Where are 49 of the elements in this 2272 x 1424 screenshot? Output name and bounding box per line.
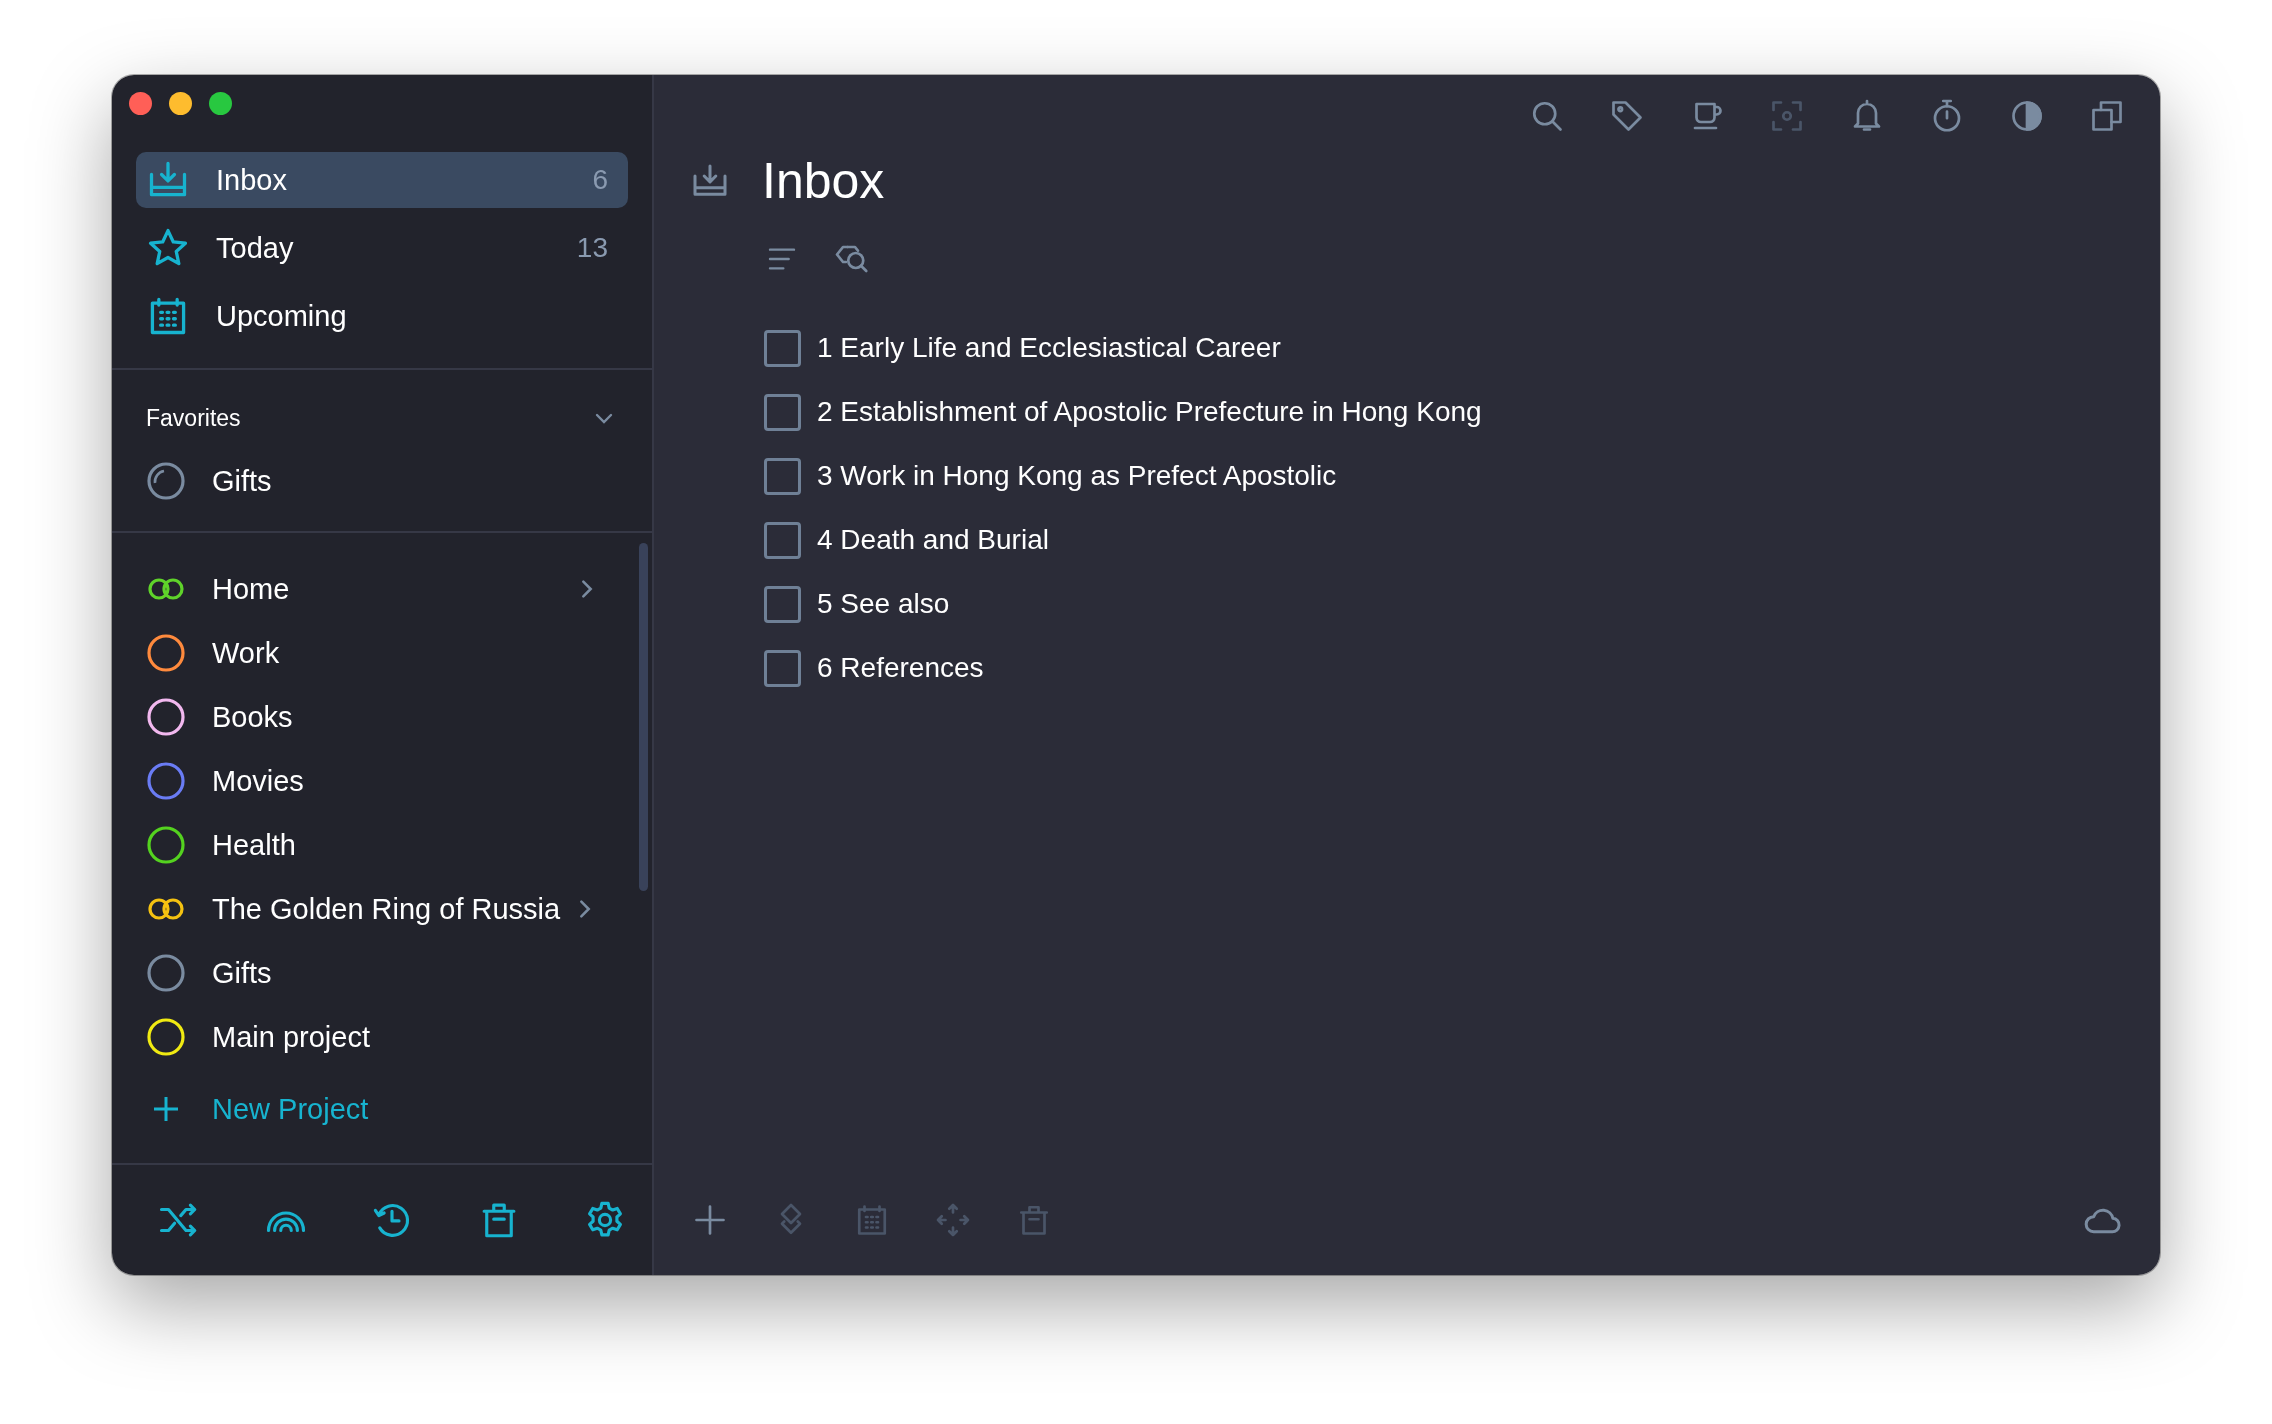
new-project-button[interactable]: New Project bbox=[146, 1077, 652, 1141]
project-item[interactable]: Health bbox=[146, 813, 652, 877]
project-item[interactable]: The Golden Ring of Russia bbox=[146, 877, 652, 941]
project-item[interactable]: Movies bbox=[146, 749, 652, 813]
task-checkbox[interactable] bbox=[764, 649, 801, 687]
plus-icon[interactable] bbox=[692, 1202, 728, 1238]
project-item[interactable]: Home bbox=[146, 557, 652, 621]
contrast-icon[interactable] bbox=[2009, 98, 2045, 134]
project-item[interactable]: Work bbox=[146, 621, 652, 685]
project-label: Health bbox=[212, 828, 296, 862]
project-label: Gifts bbox=[212, 464, 272, 498]
sidebar-label: Today bbox=[216, 231, 294, 265]
task-title: 5 See also bbox=[817, 588, 950, 620]
sidebar-label: Upcoming bbox=[216, 299, 347, 333]
task-title: 4 Death and Burial bbox=[817, 524, 1049, 556]
project-label: Gifts bbox=[212, 956, 272, 990]
project-item[interactable]: Main project bbox=[146, 1005, 652, 1069]
sidebar-item[interactable]: Upcoming bbox=[136, 288, 628, 344]
sidebar-item[interactable]: Inbox 6 bbox=[136, 152, 628, 208]
task-checkbox[interactable] bbox=[764, 585, 801, 623]
task-checkbox[interactable] bbox=[764, 393, 801, 431]
task-title: 3 Work in Hong Kong as Prefect Apostolic bbox=[817, 460, 1337, 492]
section-title: Favorites bbox=[146, 404, 241, 432]
project-label: Work bbox=[212, 636, 280, 670]
tag-icon[interactable] bbox=[1609, 98, 1645, 134]
item-count: 6 bbox=[592, 164, 608, 196]
page-title: Inbox bbox=[762, 157, 885, 205]
close-button[interactable] bbox=[129, 92, 152, 115]
minimize-button[interactable] bbox=[169, 92, 192, 115]
task-checkbox[interactable] bbox=[764, 457, 801, 495]
project-label: Movies bbox=[212, 764, 304, 798]
project-item[interactable]: Books bbox=[146, 685, 652, 749]
task-title: 2 Establishment of Apostolic Prefecture in Hong Kong bbox=[817, 396, 1482, 428]
task-checkbox[interactable] bbox=[764, 521, 801, 559]
project-label: The Golden Ring of Russia bbox=[212, 892, 561, 926]
project-item[interactable]: Gifts bbox=[146, 941, 652, 1005]
task-title: 6 References bbox=[817, 652, 984, 684]
zoom-button[interactable] bbox=[209, 92, 232, 115]
project-label: Books bbox=[212, 700, 293, 734]
task-title: 1 Early Life and Ecclesiastical Career bbox=[817, 332, 1281, 364]
project-label: Main project bbox=[212, 1020, 370, 1054]
item-count: 13 bbox=[576, 232, 608, 264]
sidebar-label: Inbox bbox=[216, 163, 287, 197]
sidebar-item[interactable]: Today 13 bbox=[136, 220, 628, 276]
project-label: Home bbox=[212, 572, 290, 606]
sidebar-item[interactable]: Gifts bbox=[146, 453, 616, 509]
copy-icon[interactable] bbox=[2089, 98, 2125, 134]
scrollbar[interactable] bbox=[639, 543, 648, 891]
task-checkbox[interactable] bbox=[764, 329, 801, 367]
